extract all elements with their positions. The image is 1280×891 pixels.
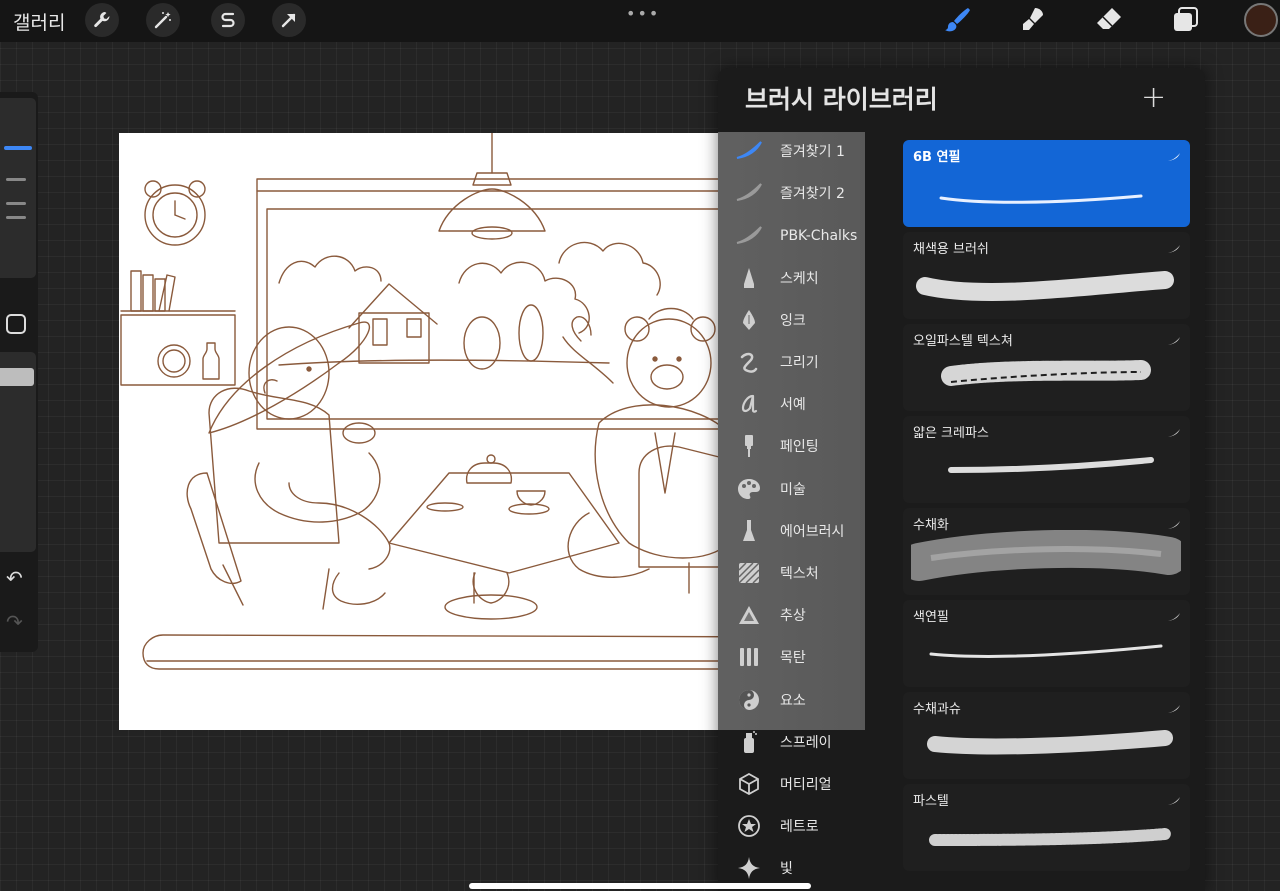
- brush-set-calligraphy[interactable]: 서예: [718, 384, 898, 424]
- brush-library-panel: 브러시 라이브러리 + 즐겨찾기 1 즐겨찾기 2 PBK-Chalks 스케치…: [718, 68, 1205, 891]
- brush-stroke-preview: [948, 457, 1154, 473]
- brush-set-materials[interactable]: 머티리얼: [718, 764, 898, 804]
- brush-set-sketch[interactable]: 스케치: [718, 258, 898, 298]
- brush-set-drawing[interactable]: 그리기: [718, 342, 898, 382]
- brush-stroke-preview: [916, 271, 1174, 302]
- brush-card-watercolor-gouache[interactable]: 수채과슈: [903, 692, 1190, 779]
- brush-library-title: 브러시 라이브러리: [745, 85, 938, 114]
- brush-set-texture[interactable]: 텍스처: [718, 553, 898, 593]
- brush-set-label: 서예: [780, 397, 806, 413]
- brush-stroke-preview: [929, 828, 1171, 846]
- transform-arrow-icon[interactable]: [272, 3, 306, 37]
- brush-card-watercolor[interactable]: 수채화: [903, 508, 1190, 595]
- pen-nib-icon: [718, 309, 780, 331]
- brush-set-label: PBK-Chalks: [780, 228, 858, 244]
- brush-size-slider[interactable]: [0, 98, 36, 278]
- brush-set-retro[interactable]: 레트로: [718, 806, 898, 846]
- paint-brush-icon: [718, 434, 780, 458]
- brush-set-favorites-2[interactable]: 즐겨찾기 2: [718, 173, 898, 213]
- eraser-icon[interactable]: [1091, 2, 1127, 38]
- brush-set-elements[interactable]: 요소: [718, 680, 898, 720]
- brush-set-label: 요소: [780, 693, 806, 709]
- charcoal-icon: [718, 646, 780, 668]
- brush-stroke-preview: [941, 360, 1151, 386]
- calligraphy-icon: [718, 393, 780, 415]
- brush-set-label: 즐겨찾기 2: [780, 186, 845, 202]
- brush-set-label: 머티리얼: [780, 777, 832, 793]
- size-preset-mark: [6, 178, 26, 181]
- size-slider-thumb[interactable]: [4, 146, 32, 150]
- brush-set-label: 페인팅: [780, 439, 819, 455]
- brush-set-label: 추상: [780, 608, 806, 624]
- airbrush-icon: [718, 519, 780, 543]
- brush-set-airbrush[interactable]: 에어브러시: [718, 511, 898, 551]
- brush-set-label: 스프레이: [780, 735, 832, 751]
- top-toolbar: 갤러리 •••: [0, 0, 1280, 42]
- triangle-icon: [718, 605, 780, 625]
- redo-icon[interactable]: ↷: [6, 610, 23, 634]
- more-options-icon[interactable]: •••: [626, 4, 660, 23]
- brush-stroke-preview: [927, 730, 1173, 755]
- left-sidebar: ↶ ↷: [0, 92, 38, 652]
- brush-card-thin-crayon[interactable]: 얇은 크레파스: [903, 416, 1190, 503]
- favorite-stroke-icon: [718, 182, 780, 204]
- gallery-button[interactable]: 갤러리: [13, 8, 65, 35]
- wrench-icon[interactable]: [85, 3, 119, 37]
- brush-set-luminance[interactable]: 빛: [718, 848, 898, 888]
- brush-set-label: 즐겨찾기 1: [780, 144, 845, 160]
- size-preset-mark: [6, 216, 26, 219]
- brush-set-label: 레트로: [780, 819, 819, 835]
- brush-icon[interactable]: [939, 2, 975, 38]
- favorite-stroke-icon: [718, 140, 780, 162]
- brush-set-label: 스케치: [780, 271, 819, 287]
- brush-set-favorites-1[interactable]: 즐겨찾기 1: [718, 131, 898, 171]
- modify-button[interactable]: [6, 314, 26, 334]
- brush-set-label: 미술: [780, 482, 806, 498]
- yin-yang-icon: [718, 689, 780, 711]
- spray-can-icon: [718, 730, 780, 754]
- brush-set-label: 그리기: [780, 355, 819, 371]
- brush-card-6b-pencil[interactable]: 6B 연필: [903, 140, 1190, 227]
- brush-card-coloring[interactable]: 채색용 브러쉬: [903, 232, 1190, 319]
- brush-stroke-preview: [929, 644, 1163, 658]
- brush-set-label: 빛: [780, 861, 793, 877]
- brush-set-abstract[interactable]: 추상: [718, 595, 898, 635]
- squiggle-icon: [718, 351, 780, 373]
- brush-card-pastel[interactable]: 파스텔: [903, 784, 1190, 871]
- pencil-tip-icon: [718, 267, 780, 289]
- add-brush-set-button[interactable]: +: [1141, 80, 1166, 115]
- brush-set-label: 에어브러시: [780, 524, 845, 540]
- brush-stroke-preview: [939, 194, 1143, 204]
- brush-set-artistic[interactable]: 미술: [718, 469, 898, 509]
- brush-set-spray[interactable]: 스프레이: [718, 722, 898, 762]
- texture-icon: [718, 562, 780, 584]
- brush-set-pbk-chalks[interactable]: PBK-Chalks: [718, 216, 898, 256]
- brush-set-label: 텍스처: [780, 566, 819, 582]
- star-circle-icon: [718, 815, 780, 837]
- layers-icon[interactable]: [1167, 2, 1203, 38]
- selection-s-icon[interactable]: [211, 3, 245, 37]
- brush-stroke-preview: [911, 530, 1181, 581]
- brush-card-oil-pastel[interactable]: 오일파스텔 텍스쳐: [903, 324, 1190, 411]
- brush-set-label: 목탄: [780, 650, 806, 666]
- color-picker-swatch[interactable]: [1244, 3, 1278, 37]
- palette-icon: [718, 478, 780, 500]
- size-preset-mark: [6, 202, 26, 205]
- brush-set-charcoal[interactable]: 목탄: [718, 637, 898, 677]
- brush-card-colored-pencil[interactable]: 색연필: [903, 600, 1190, 687]
- opacity-slider[interactable]: [0, 352, 36, 552]
- brush-set-ink[interactable]: 잉크: [718, 300, 898, 340]
- smudge-icon[interactable]: [1015, 2, 1051, 38]
- brush-set-label: 잉크: [780, 313, 806, 329]
- home-indicator[interactable]: [469, 883, 811, 889]
- opacity-slider-thumb[interactable]: [0, 368, 34, 386]
- favorite-stroke-icon: [718, 225, 780, 247]
- undo-icon[interactable]: ↶: [6, 566, 23, 590]
- sparkle-icon: [718, 856, 780, 880]
- magic-wand-icon[interactable]: [146, 3, 180, 37]
- brush-set-painting[interactable]: 페인팅: [718, 426, 898, 466]
- cube-icon: [718, 773, 780, 795]
